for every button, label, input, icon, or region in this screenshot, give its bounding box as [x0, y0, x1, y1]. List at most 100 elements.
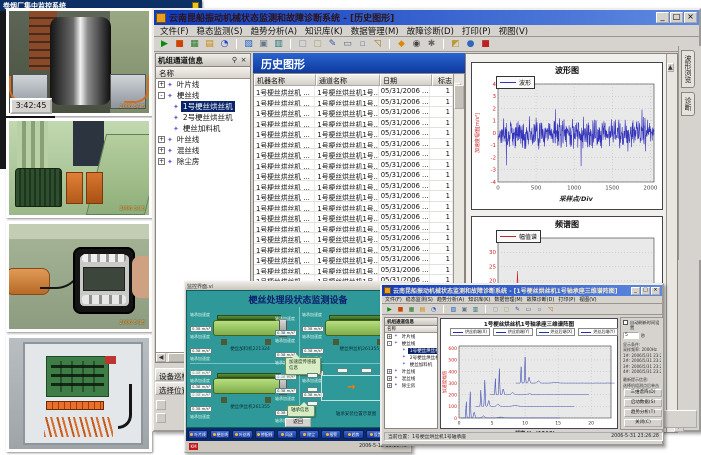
start-icon[interactable]: ▶	[158, 38, 171, 51]
tree-item-混丝线[interactable]: +✦混丝线	[385, 375, 437, 382]
trend-view-icon[interactable]: ▤	[418, 305, 427, 314]
print-icon[interactable]: ▭	[341, 38, 354, 51]
nav-button-梗丝线[interactable]: 梗丝线	[210, 430, 230, 439]
refresh-checkbox-row[interactable]: 自动刷新时间设置	[623, 320, 661, 330]
open-folder-icon[interactable]: ◩	[449, 38, 462, 51]
snapshot-icon[interactable]: ▢	[296, 38, 309, 51]
close-button[interactable]: ×	[684, 12, 697, 23]
stop-icon[interactable]: ■	[396, 305, 405, 314]
col-flag[interactable]: 标志	[432, 74, 455, 86]
users-icon[interactable]: ●	[464, 38, 477, 51]
tree-item-梗丝加料机[interactable]: ✦梗丝加料机	[156, 123, 250, 134]
tree-expander-icon[interactable]: +	[158, 81, 165, 88]
table-row[interactable]: 1号梗丝烘丝机 ...1号梗丝烘丝机1号...05/31/2006 ...1	[254, 139, 453, 150]
tree-item-梗丝线[interactable]: -✦梗丝线	[385, 340, 437, 347]
settings-icon[interactable]: ✱	[425, 38, 438, 51]
page-icon[interactable]: ▫	[535, 305, 544, 314]
table-row[interactable]: 1号梗丝烘丝机 ...1号梗丝烘丝机1号...05/31/2006 ...1	[254, 170, 453, 181]
col-channel-name[interactable]: 通道名称	[316, 74, 380, 86]
steady-monitor-icon[interactable]: ▦	[407, 305, 416, 314]
minimize-button[interactable]: _	[656, 12, 669, 23]
tab-waveform-browse[interactable]: 波形浏览	[681, 50, 695, 88]
tree-expander-icon[interactable]: +	[158, 147, 165, 154]
image-view-icon[interactable]: ▣	[460, 305, 469, 314]
back-button[interactable]: 返回	[285, 418, 311, 427]
button-关闭(C)[interactable]: 关闭(C)	[624, 419, 662, 427]
tree-item-叶片线[interactable]: +✦叶片线	[385, 333, 437, 340]
menu-item[interactable]: 打印(P)	[462, 25, 491, 37]
table-row[interactable]: 1号梗丝烘丝机 ...1号梗丝烘丝机1号...05/31/2006 ...1	[254, 160, 453, 171]
waterfall-legend-item[interactable]: 烘丝后端(Y)	[578, 328, 618, 336]
nav-button-掺配线[interactable]: 掺配线	[255, 430, 275, 439]
teal-window-titlebar[interactable]: 监控界面.vi	[185, 282, 411, 290]
table-row[interactable]: 1号梗丝烘丝机 ...1号梗丝烘丝机1号...05/31/2006 ...1	[254, 223, 453, 234]
waterfall-legend-item[interactable]: 烘丝前端(Y)	[493, 328, 533, 336]
table-row[interactable]: 1号梗丝烘丝机 ...1号梗丝烘丝机1号...05/31/2006 ...1	[254, 244, 453, 255]
menu-item[interactable]: 数据管理(M)	[494, 296, 522, 303]
tree-expander-icon[interactable]: +	[387, 383, 392, 388]
tree-expander-icon[interactable]: +	[387, 369, 392, 374]
spectrum-close-button[interactable]: ×	[651, 287, 660, 295]
menu-item[interactable]: 文件(F)	[385, 296, 402, 303]
tree-expander-icon[interactable]: +	[158, 158, 165, 165]
tree-item-除尘房[interactable]: +✦除尘房	[385, 382, 437, 389]
tree-item-2号梗丝烘丝机[interactable]: ✦2号梗丝烘丝机	[156, 112, 250, 123]
menu-item[interactable]: 知识库(K)	[468, 296, 490, 303]
menu-item[interactable]: 文件(F)	[160, 25, 189, 37]
nav-button-叶丝线[interactable]: 叶丝线	[232, 430, 252, 439]
waterfall-legend-item[interactable]: 烘丝前端(X)	[450, 328, 490, 336]
menu-item[interactable]: 知识库(K)	[305, 25, 343, 37]
start-icon[interactable]: ▶	[385, 305, 394, 314]
menu-item[interactable]: 故障诊断(D)	[407, 25, 454, 37]
menu-item[interactable]: 故障诊断(D)	[527, 296, 555, 303]
nav-button-风送[interactable]: 风送	[277, 430, 297, 439]
tree-column-header[interactable]: 名称	[156, 67, 250, 79]
clock-icon[interactable]: ◔	[218, 38, 231, 51]
snapshot-icon[interactable]: ▢	[491, 305, 500, 314]
checkbox-icon[interactable]	[623, 320, 628, 325]
table-row[interactable]: 1号梗丝烘丝机 ...1号梗丝烘丝机1号...05/31/2006 ...1	[254, 149, 453, 160]
table-scroll-thumb[interactable]	[454, 85, 464, 109]
menu-item[interactable]: 趋势分析(A)	[437, 296, 464, 303]
menu-item[interactable]: 趋势分析(A)	[251, 25, 297, 37]
table-row[interactable]: 1号梗丝烘丝机 ...1号梗丝烘丝机1号...05/31/2006 ...1	[254, 212, 453, 223]
small-window-icon-2[interactable]	[156, 413, 166, 423]
waveform-view-icon[interactable]: ▧	[242, 38, 255, 51]
gallery-icon[interactable]: ▢	[311, 38, 324, 51]
spectrum-minimize-button[interactable]: _	[631, 287, 640, 295]
table-row[interactable]: 1号梗丝烘丝机 ...1号梗丝烘丝机1号...05/31/2006 ...1	[254, 128, 453, 139]
clock-icon[interactable]: ◔	[429, 305, 438, 314]
close-panel-icon[interactable]: ×	[239, 56, 248, 64]
button-启动数据(S)[interactable]: 启动数据(S)	[624, 399, 662, 407]
menu-item[interactable]: 视图(V)	[499, 25, 528, 37]
export-icon[interactable]: ◹	[371, 38, 384, 51]
export-icon[interactable]: ◹	[546, 305, 555, 314]
stop-icon[interactable]: ■	[173, 38, 186, 51]
diamond-tool-icon[interactable]: ◆	[395, 38, 408, 51]
maximize-button[interactable]: □	[670, 12, 683, 23]
table-row[interactable]: 1号梗丝烘丝机 ...1号梗丝烘丝机1号...05/31/2006 ...1	[254, 254, 453, 265]
chart-vertical-scrollbar[interactable]: ▲ ▼	[666, 54, 677, 432]
tree-item-梗丝加料机[interactable]: ✦梗丝加料机	[385, 361, 437, 368]
window-resize-corner[interactable]	[659, 410, 697, 428]
table-row[interactable]: 1号梗丝烘丝机 ...1号梗丝烘丝机1号...05/31/2006 ...1	[254, 233, 453, 244]
tab-diagnosis[interactable]: 诊断	[681, 92, 695, 116]
menu-item[interactable]: 视图(V)	[579, 296, 596, 303]
image-view-icon[interactable]: ▣	[257, 38, 270, 51]
tree-expander-icon[interactable]: -	[158, 92, 165, 99]
tree-item-叶丝线[interactable]: +✦叶丝线	[385, 368, 437, 375]
table-row[interactable]: 1号梗丝烘丝机 ...1号梗丝烘丝机1号...05/31/2006 ...1	[254, 265, 453, 276]
waterfall-legend-item[interactable]: 烘丝后端(X)	[536, 328, 576, 336]
tree-item-梗丝线[interactable]: -✦梗丝线	[156, 90, 250, 101]
nav-button-趋势[interactable]: 趋势	[343, 430, 363, 439]
table-row[interactable]: 1号梗丝烘丝机 ...1号梗丝烘丝机1号...05/31/2006 ...1	[254, 86, 453, 97]
waveform-view-icon[interactable]: ▧	[449, 305, 458, 314]
page-icon[interactable]: ▫	[356, 38, 369, 51]
tree-item-混丝线[interactable]: +✦混丝线	[156, 145, 250, 156]
tree-expander-icon[interactable]: -	[387, 341, 392, 346]
edit-icon[interactable]: ✎	[513, 305, 522, 314]
refresh-interval-input[interactable]: 5	[623, 332, 639, 339]
tree-expander-icon[interactable]: +	[387, 334, 392, 339]
menu-item[interactable]: 打印(P)	[558, 296, 575, 303]
exit-icon[interactable]: ■	[479, 38, 492, 51]
